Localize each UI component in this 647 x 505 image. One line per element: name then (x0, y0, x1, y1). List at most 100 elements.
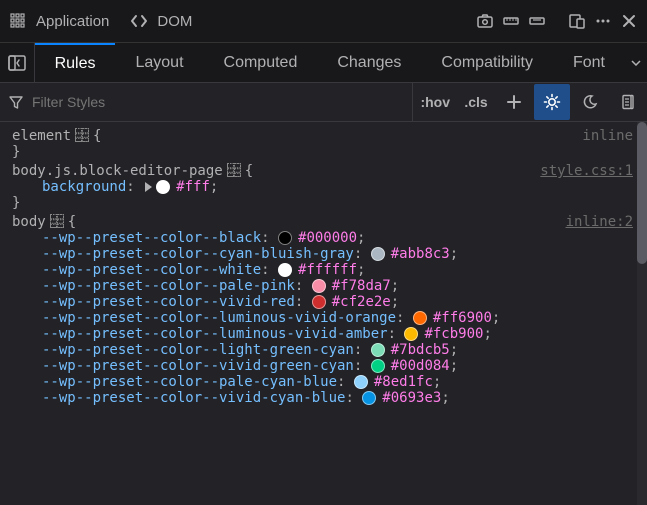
color-swatch[interactable] (413, 311, 427, 325)
property[interactable]: --wp--preset--color--vivid-red (42, 294, 295, 310)
value[interactable]: #8ed1fc (374, 374, 433, 390)
css-rule: element {inline} (12, 128, 647, 160)
new-rule[interactable] (496, 84, 532, 120)
grid-highlight-icon[interactable] (75, 128, 89, 142)
color-swatch[interactable] (312, 295, 326, 309)
funnel-icon (6, 92, 26, 112)
property[interactable]: --wp--preset--color--pale-pink (42, 278, 295, 294)
color-swatch[interactable] (156, 180, 170, 194)
value[interactable]: #000000 (298, 230, 357, 246)
expand-icon[interactable] (145, 182, 152, 192)
rules-pane: element {inline}body.js.block-editor-pag… (0, 122, 647, 505)
rule-close: } (12, 195, 647, 211)
css-rule: body.js.block-editor-page {style.css:1ba… (12, 163, 647, 211)
property[interactable]: background (42, 179, 126, 195)
value[interactable]: #fcb900 (424, 326, 483, 342)
tool-application[interactable]: Application (8, 11, 109, 31)
source-link[interactable]: inline:2 (566, 214, 633, 230)
source-link: inline (582, 128, 633, 144)
close-icon[interactable] (619, 11, 639, 31)
measure-icon[interactable] (527, 11, 547, 31)
selector[interactable]: body.js.block-editor-page (12, 163, 223, 179)
declaration[interactable]: --wp--preset--color--pale-cyan-blue: #8e… (12, 374, 647, 390)
color-swatch[interactable] (404, 327, 418, 341)
rule-header[interactable]: body.js.block-editor-page {style.css:1 (12, 163, 647, 179)
tabs-row: RulesLayoutComputedChangesCompatibilityF… (0, 43, 647, 83)
property[interactable]: --wp--preset--color--vivid-green-cyan (42, 358, 354, 374)
ruler-icon[interactable] (501, 11, 521, 31)
property[interactable]: --wp--preset--color--white (42, 262, 261, 278)
color-swatch[interactable] (278, 231, 292, 245)
code-icon (129, 11, 149, 31)
filter-row: :hov .cls (0, 83, 647, 122)
value[interactable]: #cf2e2e (332, 294, 391, 310)
declaration[interactable]: --wp--preset--color--luminous-vivid-ambe… (12, 326, 647, 342)
tab-changes[interactable]: Changes (317, 43, 421, 82)
property[interactable]: --wp--preset--color--luminous-vivid-oran… (42, 310, 396, 326)
selector[interactable]: element (12, 128, 71, 144)
tab-computed[interactable]: Computed (204, 43, 318, 82)
declaration[interactable]: --wp--preset--color--pale-pink: #f78da7; (12, 278, 647, 294)
tab-compatibility[interactable]: Compatibility (421, 43, 553, 82)
meatballs-icon[interactable] (593, 11, 613, 31)
toggle-hov[interactable]: :hov (414, 84, 456, 120)
color-swatch[interactable] (371, 343, 385, 357)
rule-header[interactable]: body {inline:2 (12, 214, 647, 230)
css-rule: body {inline:2--wp--preset--color--black… (12, 214, 647, 406)
dark-scheme[interactable] (572, 84, 608, 120)
grid-highlight-icon[interactable] (50, 214, 64, 228)
color-swatch[interactable] (312, 279, 326, 293)
value[interactable]: #7bdcb5 (391, 342, 450, 358)
value[interactable]: #f78da7 (332, 278, 391, 294)
property[interactable]: --wp--preset--color--black (42, 230, 261, 246)
value[interactable]: #00d084 (391, 358, 450, 374)
tool-dom-label: DOM (157, 13, 192, 30)
declaration[interactable]: --wp--preset--color--luminous-vivid-oran… (12, 310, 647, 326)
value[interactable]: #abb8c3 (391, 246, 450, 262)
declaration[interactable]: --wp--preset--color--vivid-green-cyan: #… (12, 358, 647, 374)
color-swatch[interactable] (278, 263, 292, 277)
value[interactable]: #0693e3 (382, 390, 441, 406)
value[interactable]: #ffffff (298, 262, 357, 278)
rule-header[interactable]: element {inline (12, 128, 647, 144)
camera-icon[interactable] (475, 11, 495, 31)
tool-application-label: Application (36, 13, 109, 30)
declaration[interactable]: --wp--preset--color--cyan-bluish-gray: #… (12, 246, 647, 262)
inspector-topbar: Application DOM (0, 0, 647, 43)
scroll-thumb[interactable] (637, 122, 647, 264)
grid-highlight-icon[interactable] (227, 163, 241, 177)
declaration[interactable]: --wp--preset--color--vivid-cyan-blue: #0… (12, 390, 647, 406)
property[interactable]: --wp--preset--color--pale-cyan-blue (42, 374, 337, 390)
property[interactable]: --wp--preset--color--cyan-bluish-gray (42, 246, 354, 262)
tool-dom[interactable]: DOM (129, 11, 192, 31)
tab-layout[interactable]: Layout (115, 43, 203, 82)
print-media[interactable] (610, 84, 646, 120)
selector[interactable]: body (12, 214, 46, 230)
tabs-overflow[interactable] (625, 43, 647, 82)
color-swatch[interactable] (354, 375, 368, 389)
value[interactable]: #fff (176, 179, 210, 195)
declaration[interactable]: background: #fff; (12, 179, 647, 195)
property[interactable]: --wp--preset--color--vivid-cyan-blue (42, 390, 345, 406)
value[interactable]: #ff6900 (433, 310, 492, 326)
declaration[interactable]: --wp--preset--color--light-green-cyan: #… (12, 342, 647, 358)
light-scheme[interactable] (534, 84, 570, 120)
tab-rules[interactable]: Rules (35, 43, 116, 82)
color-swatch[interactable] (362, 391, 376, 405)
tab-font[interactable]: Font (553, 43, 625, 82)
declaration[interactable]: --wp--preset--color--vivid-red: #cf2e2e; (12, 294, 647, 310)
color-swatch[interactable] (371, 247, 385, 261)
grid-apps-icon (8, 11, 28, 31)
rule-close: } (12, 144, 647, 160)
property[interactable]: --wp--preset--color--luminous-vivid-ambe… (42, 326, 388, 342)
responsive-icon[interactable] (567, 11, 587, 31)
color-swatch[interactable] (371, 359, 385, 373)
sidebar-toggle[interactable] (0, 43, 35, 82)
toggle-cls[interactable]: .cls (458, 84, 494, 120)
declaration[interactable]: --wp--preset--color--white: #ffffff; (12, 262, 647, 278)
declaration[interactable]: --wp--preset--color--black: #000000; (12, 230, 647, 246)
filter-styles-input[interactable] (32, 94, 406, 110)
property[interactable]: --wp--preset--color--light-green-cyan (42, 342, 354, 358)
source-link[interactable]: style.css:1 (540, 163, 633, 179)
scrollbar[interactable] (637, 122, 647, 505)
